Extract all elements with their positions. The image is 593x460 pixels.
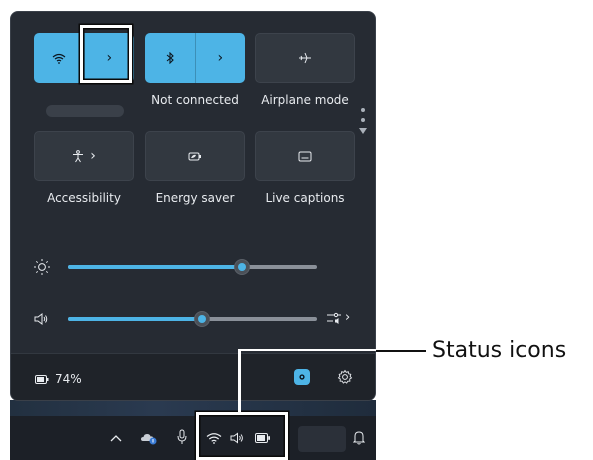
live-captions-tile[interactable] <box>255 131 355 181</box>
accessibility-icon <box>73 149 84 162</box>
airplane-icon <box>299 52 311 64</box>
energy-saver-tile[interactable] <box>145 131 245 181</box>
gear-icon[interactable] <box>337 369 353 385</box>
wifi-network-name-blurred <box>46 105 124 117</box>
quick-settings-footer: 74% <box>11 353 375 400</box>
battery-status[interactable]: 74% <box>35 372 82 386</box>
bell-icon[interactable] <box>353 430 365 445</box>
quick-settings-panel: › › Not connected Airplane mode › Access… <box>10 11 376 401</box>
microphone-icon[interactable] <box>177 429 187 445</box>
pencil-edit-icon <box>299 374 305 380</box>
volume-slider-fill <box>68 317 203 321</box>
brightness-slider-thumb[interactable] <box>234 259 251 275</box>
brightness-slider-track[interactable] <box>68 265 317 269</box>
live-captions-label: Live captions <box>265 191 345 205</box>
airplane-mode-label: Airplane mode <box>261 93 349 107</box>
speaker-icon <box>34 313 48 325</box>
page-dot-icon <box>361 118 365 122</box>
wifi-expand-highlight <box>80 25 132 83</box>
clock-blurred[interactable] <box>298 426 346 452</box>
chevron-down-icon <box>359 128 367 134</box>
taskbar <box>10 416 376 460</box>
accessibility-label: Accessibility <box>47 191 121 205</box>
wifi-toggle[interactable] <box>34 33 84 83</box>
page-dot-icon <box>361 108 365 112</box>
chevron-up-icon[interactable] <box>110 434 122 442</box>
audio-output-icon <box>327 312 341 324</box>
brightness-slider-fill <box>68 265 243 269</box>
chevron-right-icon: › <box>345 310 351 325</box>
bluetooth-toggle[interactable] <box>145 33 195 83</box>
chevron-right-icon: › <box>90 148 96 164</box>
chevron-right-icon: › <box>217 50 224 66</box>
live-captions-icon <box>298 151 312 161</box>
brightness-icon <box>34 259 50 275</box>
wallpaper <box>10 400 376 416</box>
callout-connector-vertical <box>238 349 241 413</box>
battery-percentage: 74% <box>55 372 82 386</box>
edit-quick-settings-button[interactable] <box>294 369 310 385</box>
wifi-icon <box>52 53 66 64</box>
energy-saver-icon <box>188 152 201 160</box>
audio-output-button[interactable]: › <box>326 310 350 325</box>
onedrive-icon[interactable] <box>140 431 158 445</box>
battery-icon <box>35 374 49 384</box>
volume-slider-thumb[interactable] <box>194 311 211 327</box>
volume-slider-track[interactable] <box>68 317 317 321</box>
bluetooth-expand-button[interactable]: › <box>196 33 246 83</box>
airplane-mode-tile[interactable] <box>255 33 355 83</box>
status-icons-callout: Status icons <box>432 338 567 363</box>
status-icons-highlight <box>196 412 288 460</box>
bluetooth-icon <box>166 52 174 64</box>
bluetooth-tile[interactable]: › <box>145 33 245 83</box>
accessibility-tile[interactable]: › <box>34 131 134 181</box>
bluetooth-label: Not connected <box>151 93 239 107</box>
callout-connector-horizontal <box>376 350 426 352</box>
page-indicator[interactable] <box>359 108 367 134</box>
energy-saver-label: Energy saver <box>155 191 235 205</box>
